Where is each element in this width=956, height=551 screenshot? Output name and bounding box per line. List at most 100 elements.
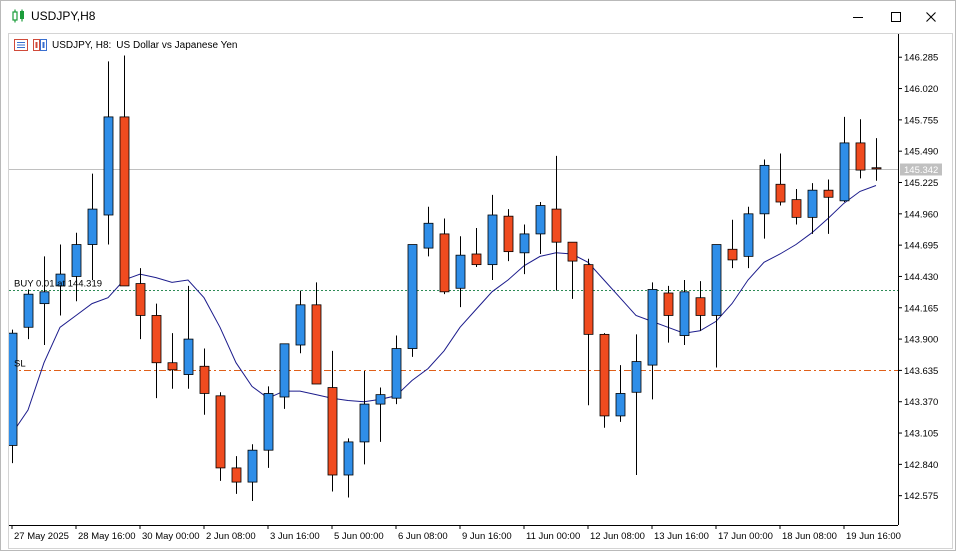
price-tick-label: 142.575	[904, 491, 938, 502]
candle-body	[711, 244, 722, 316]
candle-body	[439, 233, 450, 293]
time-tick-label: 17 Jun 00:00	[718, 531, 773, 542]
candle-body	[615, 393, 626, 417]
candle-body	[535, 205, 546, 235]
candle	[407, 244, 418, 357]
candle	[279, 343, 290, 409]
candle	[343, 438, 354, 498]
price-tick-label: 145.755	[904, 115, 938, 126]
candle-body	[375, 394, 386, 405]
candle-body	[487, 214, 498, 266]
candle-body	[119, 116, 130, 287]
price-tick-label: 144.695	[904, 241, 938, 252]
one-click-trading-icon[interactable]	[33, 39, 47, 51]
candle	[359, 371, 370, 465]
buy-order-label[interactable]: BUY 0.01 at 144.319	[14, 279, 102, 290]
price-chart[interactable]: 146.285 146.020 145.755 145.490 145.225 144.9…	[9, 34, 952, 548]
stop-loss-label[interactable]: SL	[14, 359, 26, 370]
candle	[727, 219, 738, 269]
close-icon	[926, 12, 936, 22]
time-tick-label: 18 Jun 08:00	[782, 531, 837, 542]
candle	[759, 159, 770, 239]
candle	[311, 282, 322, 385]
candle	[839, 116, 850, 202]
candle-body	[503, 215, 514, 253]
candle-body	[231, 467, 242, 483]
price-tick-label: 145.225	[904, 178, 938, 189]
candle-body	[215, 395, 226, 469]
minimize-icon	[853, 17, 863, 18]
time-tick-label: 19 Jun 16:00	[846, 531, 901, 542]
candle-body	[311, 304, 322, 385]
candle-body	[247, 449, 258, 483]
candle	[375, 387, 386, 442]
price-tick-label: 143.370	[904, 397, 938, 408]
minimize-button[interactable]	[841, 5, 875, 29]
time-tick-label: 2 Jun 08:00	[206, 531, 256, 542]
candle	[647, 282, 658, 400]
candle-body	[183, 338, 194, 375]
candlestick-app-icon	[12, 9, 24, 23]
candle-body	[295, 304, 306, 346]
candle-body	[199, 365, 210, 394]
candle-body	[775, 183, 786, 203]
time-tick-label: 6 Jun 08:00	[398, 531, 448, 542]
close-button[interactable]	[914, 5, 948, 29]
maximize-button[interactable]	[879, 5, 913, 29]
candle	[551, 155, 562, 291]
candle-body	[567, 241, 578, 262]
candle-body	[823, 189, 834, 198]
candle	[855, 119, 866, 179]
candle	[103, 61, 114, 245]
candle-body	[71, 244, 82, 277]
candle	[631, 334, 642, 475]
candle	[615, 365, 626, 422]
candle	[487, 194, 498, 280]
candle	[199, 348, 210, 415]
price-tick-label: 143.105	[904, 429, 938, 440]
candle	[503, 209, 514, 262]
price-tick-label: 143.635	[904, 366, 938, 377]
chart-symbol-label: USDJPY, H8:	[52, 39, 112, 51]
candle	[231, 456, 242, 494]
time-tick-label: 11 Jun 00:00	[526, 531, 580, 542]
price-tick-label: 146.285	[904, 53, 938, 64]
candle	[119, 55, 130, 287]
candle	[295, 290, 306, 354]
candle-body	[583, 264, 594, 335]
candle	[535, 202, 546, 254]
chart-symbol-description: US Dollar vs Japanese Yen	[116, 39, 238, 51]
time-tick-label: 27 May 2025	[14, 531, 69, 542]
candle-body	[663, 292, 674, 316]
candle	[151, 303, 162, 399]
current-price-label: 145.342	[904, 165, 938, 176]
candle-body	[791, 199, 802, 218]
candle	[263, 386, 274, 468]
candle-body	[839, 142, 850, 202]
chart-list-icon[interactable]	[14, 39, 28, 51]
candle	[423, 206, 434, 257]
price-tick-label: 142.840	[904, 460, 938, 471]
candle	[135, 268, 146, 340]
candle	[471, 228, 482, 267]
candle-body	[599, 333, 610, 417]
chart-area[interactable]: 146.285 146.020 145.755 145.490 145.225 144.9…	[8, 33, 953, 549]
time-tick-label: 9 Jun 16:00	[462, 531, 512, 542]
candle-body	[631, 361, 642, 393]
price-tick-label: 144.165	[904, 303, 938, 314]
candle	[743, 206, 754, 269]
candle	[583, 258, 594, 406]
title-bar[interactable]: USDJPY,H8	[1, 1, 955, 32]
maximize-icon	[891, 12, 901, 22]
candle-body	[423, 222, 434, 249]
time-tick-label: 3 Jun 16:00	[270, 531, 320, 542]
candle-body	[391, 348, 402, 399]
candle-body	[167, 362, 178, 371]
candle-body	[727, 248, 738, 261]
time-tick-label: 13 Jun 16:00	[654, 531, 709, 542]
chart-header: USDJPY, H8: US Dollar vs Japanese Yen	[14, 38, 237, 52]
candle-body	[9, 332, 18, 446]
window-title: USDJPY,H8	[31, 9, 96, 23]
time-tick-label: 12 Jun 08:00	[590, 531, 645, 542]
candle-body	[647, 289, 658, 366]
